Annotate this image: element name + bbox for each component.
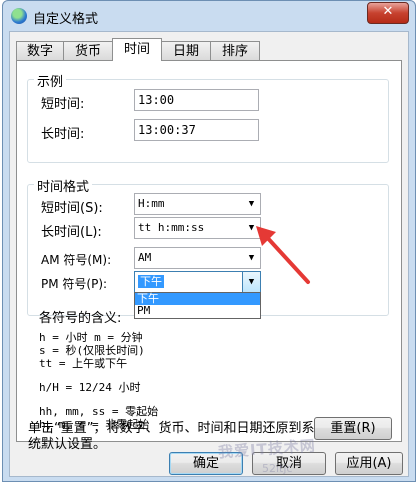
tab-time[interactable]: 时间 bbox=[112, 38, 162, 61]
short-time-value: H:mm bbox=[138, 197, 165, 210]
pm-option-pm[interactable]: PM bbox=[135, 305, 260, 317]
pm-symbol-combo[interactable]: 下午 ▼ bbox=[134, 271, 261, 293]
am-symbol-label: AM 符号(M): bbox=[41, 253, 112, 267]
example-long-label: 长时间: bbox=[41, 127, 85, 142]
tab-number[interactable]: 数字 bbox=[16, 41, 64, 60]
annotation-arrow-icon bbox=[256, 226, 310, 284]
pm-symbol-label: PM 符号(P): bbox=[41, 277, 108, 291]
legend-line-3: tt = 上午或下午 bbox=[39, 357, 128, 370]
pm-option-xiawu[interactable]: 下午 bbox=[135, 293, 260, 305]
legend-title: 各符号的含义: bbox=[39, 311, 122, 326]
short-time-label: 短时间(S): bbox=[41, 201, 103, 216]
long-time-combo[interactable]: tt h:mm:ss ▼ bbox=[134, 217, 261, 239]
custom-format-dialog: 自定义格式 ✕ 数字 货币 时间 日期 排序 示例 短时间: 13:00 长时间… bbox=[2, 0, 416, 482]
am-symbol-combo[interactable]: AM ▼ bbox=[134, 247, 261, 269]
long-time-value: tt h:mm:ss bbox=[138, 221, 205, 234]
close-button[interactable]: ✕ bbox=[367, 2, 409, 24]
tab-sort[interactable]: 排序 bbox=[210, 41, 260, 60]
tab-date[interactable]: 日期 bbox=[161, 41, 211, 60]
reset-description-line-2: 统默认设置。 bbox=[28, 437, 107, 452]
reset-button[interactable]: 重置(R) bbox=[314, 417, 392, 440]
time-tab-panel: 示例 短时间: 13:00 长时间: 13:00:37 时间格式 短时间(S):… bbox=[16, 60, 402, 442]
tab-currency[interactable]: 货币 bbox=[63, 41, 113, 60]
chevron-down-icon[interactable]: ▼ bbox=[243, 194, 260, 214]
example-short-label: 短时间: bbox=[41, 97, 85, 112]
watermark-sub: 52itjc bbox=[262, 462, 293, 475]
title-bar: 自定义格式 ✕ bbox=[3, 1, 415, 31]
pm-symbol-dropdown-list: 下午 PM bbox=[134, 292, 261, 319]
short-time-combo[interactable]: H:mm ▼ bbox=[134, 193, 261, 215]
globe-icon bbox=[11, 8, 27, 24]
am-symbol-value: AM bbox=[138, 251, 152, 264]
time-format-group-title: 时间格式 bbox=[34, 176, 93, 195]
legend-line-4: h/H = 12/24 小时 bbox=[39, 381, 141, 394]
pm-symbol-value: 下午 bbox=[138, 275, 164, 288]
example-group-title: 示例 bbox=[34, 71, 67, 90]
example-long-field: 13:00:37 bbox=[134, 119, 259, 141]
long-time-label: 长时间(L): bbox=[41, 225, 102, 240]
window-title: 自定义格式 bbox=[33, 12, 99, 27]
apply-button[interactable]: 应用(A) bbox=[335, 452, 403, 475]
dialog-client: 数字 货币 时间 日期 排序 示例 短时间: 13:00 长时间: 13:00:… bbox=[9, 31, 409, 477]
example-short-field: 13:00 bbox=[134, 89, 259, 111]
